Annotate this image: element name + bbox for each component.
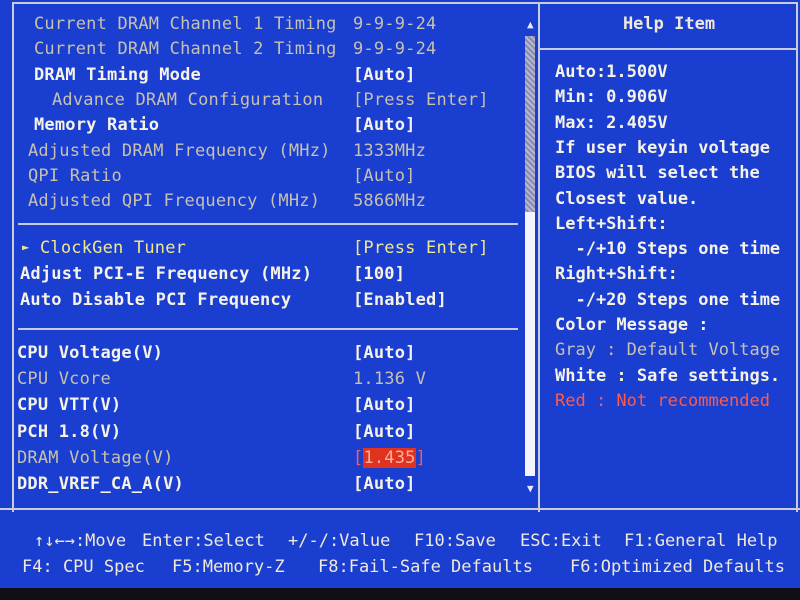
- footer-key-hint: ↑↓←→:Move: [34, 531, 127, 551]
- selected-value-input[interactable]: 1.435: [363, 447, 416, 468]
- setting-value: 1333MHz: [353, 140, 427, 161]
- footer-key-hint: Enter:Select: [142, 531, 265, 551]
- help-line: -/+10 Steps one time: [555, 239, 781, 260]
- bios-screen: Current DRAM Channel 1 Timing 9-9-9-24 Cur…: [0, 0, 800, 590]
- setting-label: QPI Ratio: [28, 165, 122, 186]
- help-line: Max: 2.405V: [555, 112, 668, 133]
- help-line: BIOS will select the: [555, 163, 760, 184]
- help-line: Left+Shift:: [555, 213, 668, 234]
- setting-value[interactable]: [1.435]: [353, 447, 427, 468]
- help-line: Right+Shift:: [555, 264, 678, 285]
- setting-value: 1.136 V: [353, 369, 427, 390]
- footer-key-hint: F1:General Help: [624, 531, 778, 551]
- setting-value: 9-9-9-24: [353, 39, 437, 60]
- setting-value[interactable]: [Auto]: [353, 474, 416, 494]
- footer-key-hint: +/-/:Value: [288, 531, 391, 551]
- section-divider: [18, 223, 518, 225]
- help-line: -/+20 Steps one time: [555, 289, 781, 310]
- section-divider: [18, 328, 518, 330]
- scroll-down-icon[interactable]: ▼: [527, 482, 534, 495]
- help-line: Min: 0.906V: [555, 87, 668, 108]
- setting-label: DDR_VREF_CA_A(V): [17, 474, 184, 494]
- setting-label: Current DRAM Channel 2 Timing: [34, 39, 337, 60]
- help-title: Help Item: [622, 14, 716, 34]
- setting-value[interactable]: [Press Enter]: [353, 90, 489, 110]
- setting-value[interactable]: [Auto]: [353, 115, 416, 135]
- setting-label: Adjust PCI-E Frequency (MHz): [20, 264, 313, 284]
- help-line: Red : Not recommended: [555, 390, 770, 411]
- submenu-arrow-icon: ►: [22, 240, 30, 254]
- screen-bezel: [0, 588, 800, 600]
- setting-value[interactable]: [100]: [353, 264, 405, 284]
- footer-key-hint: F4: CPU Spec: [22, 557, 145, 577]
- help-title-divider: [540, 48, 798, 50]
- setting-label: CPU Voltage(V): [17, 343, 164, 363]
- footer-key-hint: F5:Memory-Z: [172, 557, 285, 577]
- setting-value: 5866MHz: [353, 191, 427, 212]
- setting-label: CPU VTT(V): [17, 395, 122, 416]
- help-line: Color Message :: [555, 315, 709, 335]
- scrollbar-thumb[interactable]: [525, 212, 535, 476]
- help-line: Closest value.: [555, 188, 699, 209]
- footer-key-hint: F8:Fail-Safe Defaults: [318, 557, 533, 577]
- footer-divider: [0, 508, 800, 510]
- help-line: Auto:1.500V: [555, 62, 668, 82]
- scroll-up-icon[interactable]: ▲: [527, 18, 534, 31]
- setting-value[interactable]: [Auto]: [353, 65, 416, 85]
- bracket-right: ]: [415, 447, 427, 468]
- help-line: White : Safe settings.: [555, 365, 781, 386]
- setting-label: Auto Disable PCI Frequency: [20, 290, 292, 310]
- setting-label: Adjusted DRAM Frequency (MHz): [28, 140, 331, 161]
- help-line: Gray : Default Voltage: [555, 340, 781, 361]
- setting-label: Memory Ratio: [34, 115, 160, 136]
- setting-value[interactable]: [Auto]: [353, 395, 416, 415]
- setting-label: Current DRAM Channel 1 Timing: [34, 14, 337, 34]
- setting-value[interactable]: [Auto]: [353, 166, 416, 186]
- footer-key-hint: ESC:Exit: [520, 531, 602, 551]
- setting-label: PCH 1.8(V): [17, 421, 122, 442]
- setting-value[interactable]: [Auto]: [353, 343, 416, 363]
- setting-label: ClockGen Tuner: [40, 238, 187, 258]
- panel-divider: [538, 2, 540, 512]
- setting-label: Advance DRAM Configuration: [52, 89, 324, 110]
- setting-label: Adjusted QPI Frequency (MHz): [28, 191, 321, 212]
- setting-value: 9-9-9-24: [353, 14, 437, 34]
- bracket-left: [: [353, 447, 364, 468]
- footer-key-hint: F6:Optimized Defaults: [570, 557, 785, 577]
- footer-key-hint: F10:Save: [414, 531, 496, 551]
- setting-label: DRAM Voltage(V): [17, 447, 174, 468]
- setting-value[interactable]: [Press Enter]: [353, 238, 489, 258]
- setting-value[interactable]: [Enabled]: [353, 290, 447, 310]
- setting-label: CPU Vcore: [17, 369, 111, 390]
- setting-label: DRAM Timing Mode: [34, 64, 201, 85]
- setting-value[interactable]: [Auto]: [353, 422, 416, 442]
- help-line: If user keyin voltage: [555, 137, 770, 158]
